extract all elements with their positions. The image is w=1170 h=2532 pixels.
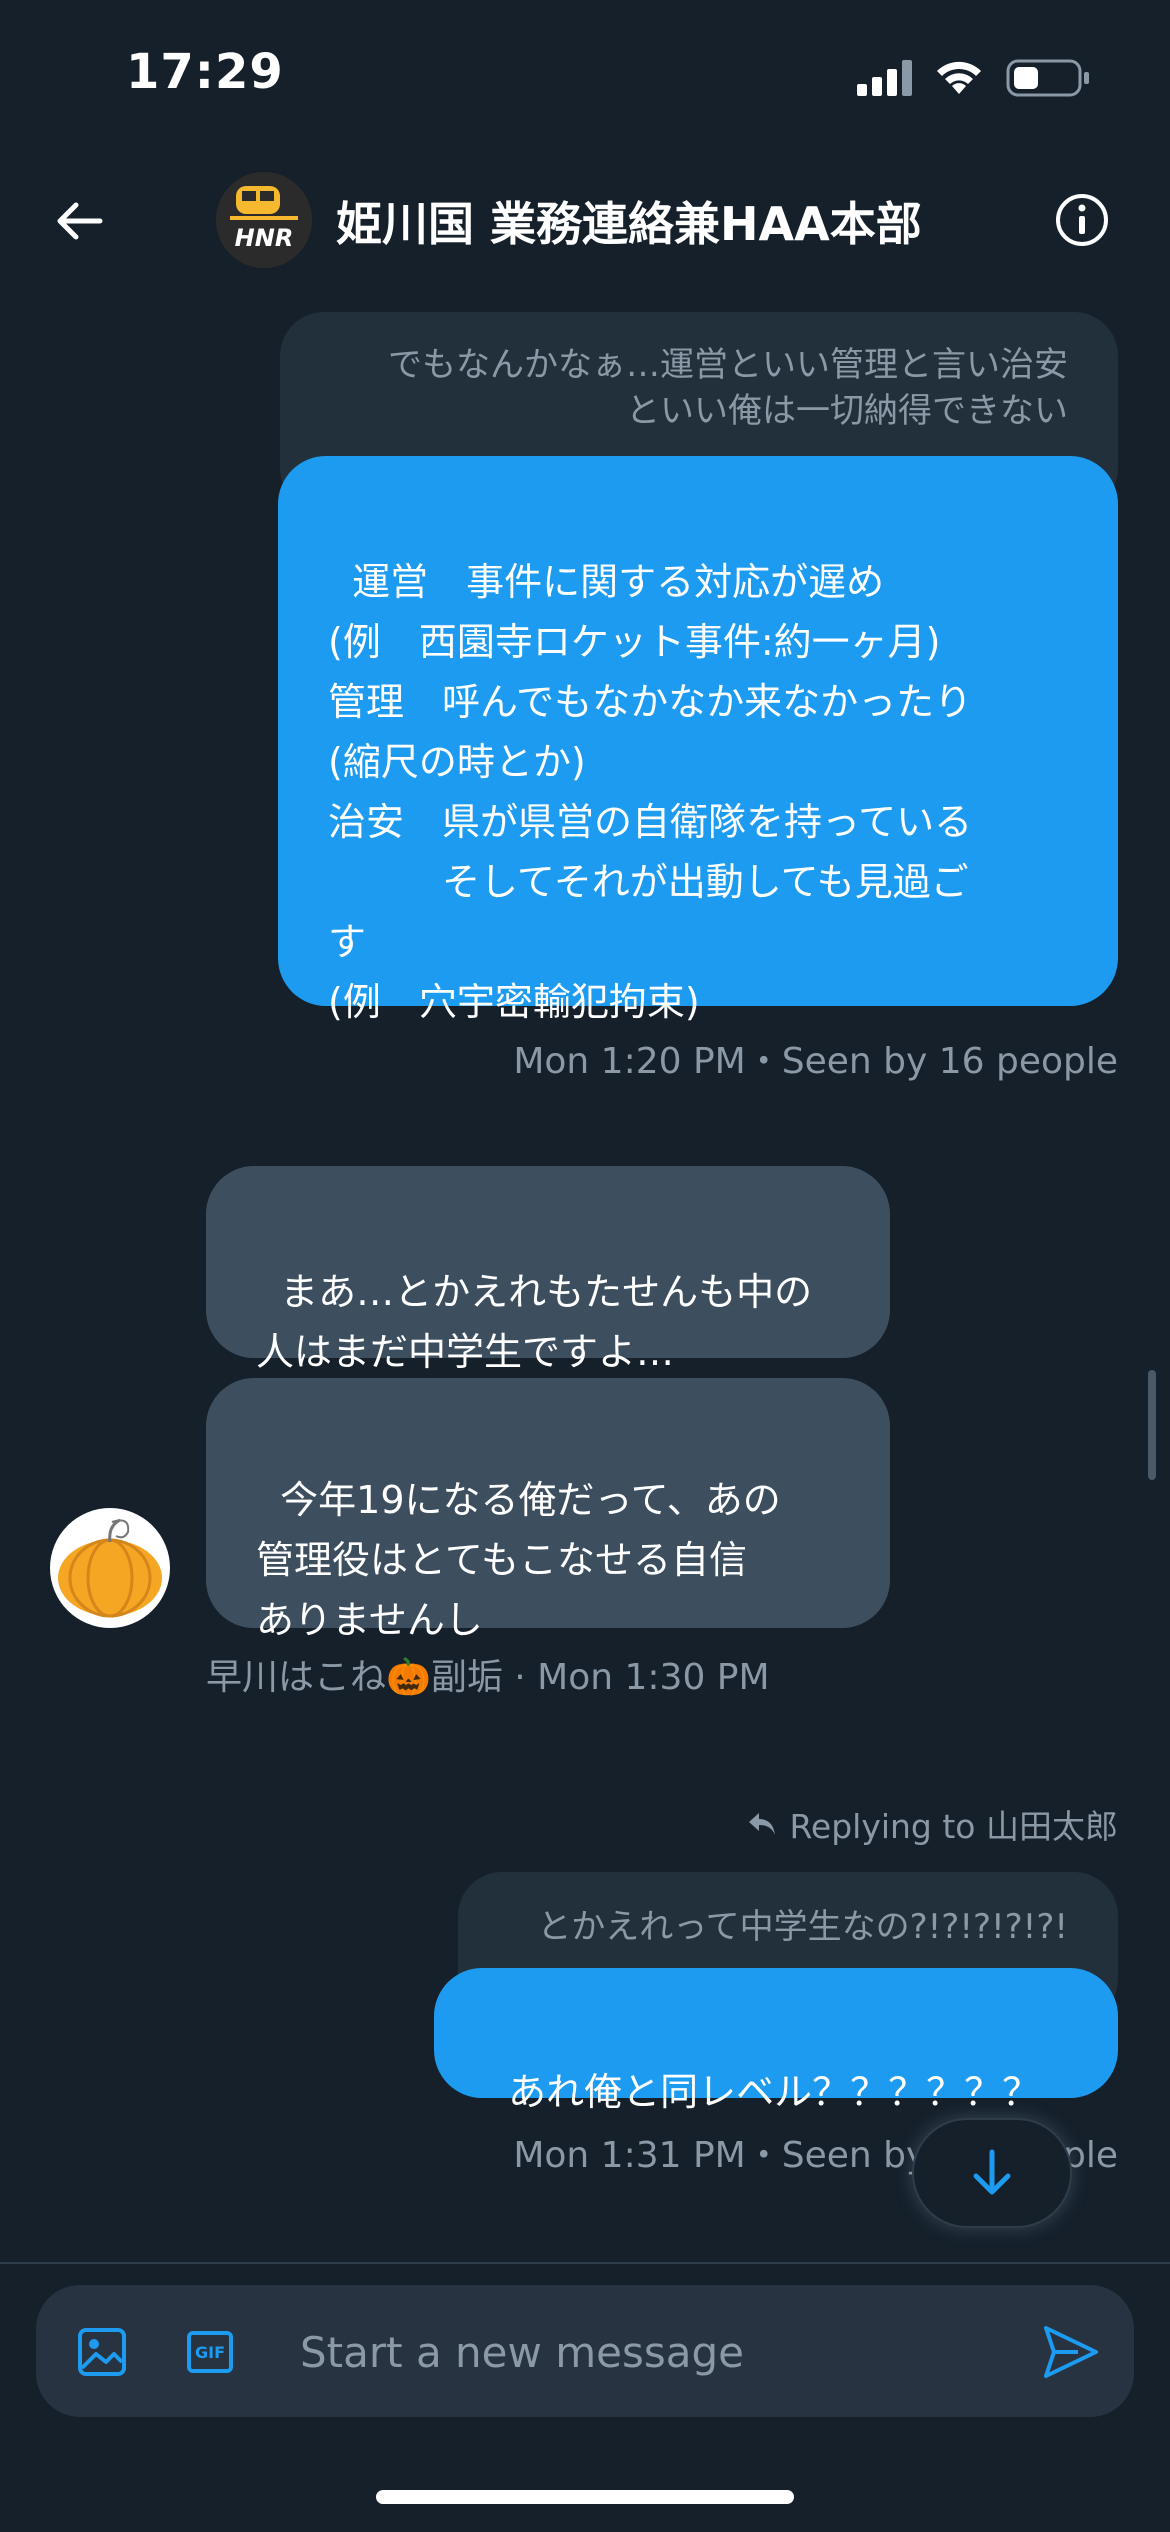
message-text: 運営 事件に関する対応が遅め (例 西園寺ロケット事件:約一ヶ月) 管理 呼んで…	[328, 560, 973, 1024]
reply-icon	[749, 1813, 776, 1835]
message-text: あれ俺と同レベル？？？？？？	[508, 2070, 1041, 2114]
back-button[interactable]	[50, 192, 108, 250]
avatar-logo-text: HNR	[234, 224, 294, 252]
image-icon	[78, 2328, 126, 2376]
home-indicator	[376, 2490, 794, 2504]
reply-indicator: Replying to 山田太郎	[747, 1800, 1118, 1848]
status-time: 17:29	[126, 44, 284, 100]
wifi-icon	[937, 61, 981, 94]
send-icon	[1044, 2326, 1098, 2378]
send-button[interactable]	[1038, 2320, 1102, 2384]
sender-avatar[interactable]	[50, 1508, 170, 1628]
quoted-message-text: とかえれって中学生なの?!?!?!?!?!	[537, 1907, 1068, 1947]
scrollbar[interactable]	[1148, 1370, 1156, 1480]
gif-icon: GIF	[187, 2331, 233, 2373]
reply-indicator-text: Replying to 山田太郎	[789, 1807, 1118, 1846]
cellular-signal-icon	[857, 60, 912, 96]
message-text: 今年19になる俺だって、あの 管理役はとてもこなせる自信 ありませんし	[256, 1478, 781, 1642]
image-button[interactable]	[72, 2322, 132, 2382]
gif-label: GIF	[194, 2342, 225, 2362]
group-avatar[interactable]: HNR	[216, 172, 312, 268]
incoming-message[interactable]: 今年19になる俺だって、あの 管理役はとてもこなせる自信 ありませんし	[206, 1378, 890, 1642]
info-icon	[1056, 194, 1108, 246]
arrow-down-icon	[973, 2149, 1011, 2195]
conversation-header: HNR 姫川国 業務連絡兼HAA本部	[0, 160, 1170, 280]
train-logo-icon	[216, 172, 312, 268]
message-meta: 早川はこね🎃副垢 · Mon 1:30 PM	[206, 1657, 770, 1698]
info-button[interactable]	[1054, 192, 1110, 248]
conversation-title[interactable]: 姫川国 業務連絡兼HAA本部	[336, 188, 922, 254]
arrow-left-icon	[57, 202, 103, 240]
pumpkin-icon	[58, 1518, 162, 1618]
outgoing-message[interactable]: あれ俺と同レベル？？？？？？	[434, 1968, 1118, 2114]
message-meta: Mon 1:20 PM・Seen by 16 people	[513, 1041, 1118, 1082]
outgoing-message[interactable]: 運営 事件に関する対応が遅め (例 西園寺ロケット事件:約一ヶ月) 管理 呼んで…	[278, 456, 1118, 1024]
battery-icon	[1006, 59, 1089, 97]
gif-button[interactable]: GIF	[180, 2322, 240, 2382]
quoted-message-text: でもなんかなぁ…運営といい管理と言い治安 といい俺は一切納得できない	[388, 345, 1068, 431]
incoming-message[interactable]: まあ…とかえれもたせんも中の 人はまだ中学生ですよ…	[206, 1166, 890, 1374]
status-bar: 17:29	[0, 0, 1170, 150]
scroll-to-bottom-button[interactable]	[912, 2118, 1072, 2228]
message-text: まあ…とかえれもたせんも中の 人はまだ中学生ですよ…	[256, 1270, 813, 1374]
message-input[interactable]	[300, 2318, 1000, 2386]
